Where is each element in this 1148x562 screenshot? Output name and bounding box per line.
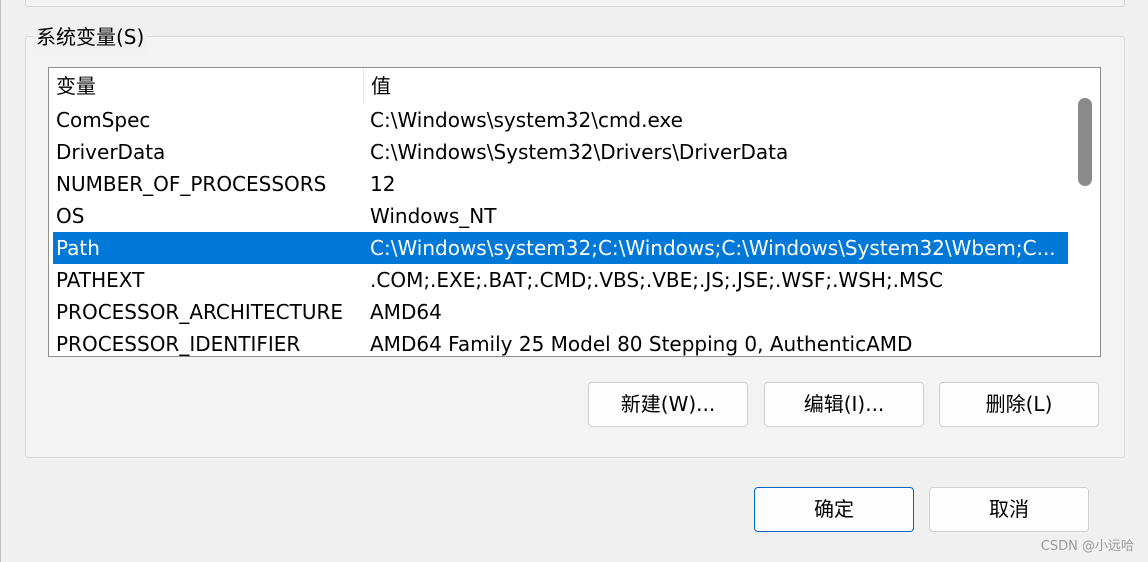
variable-value-cell: 12: [370, 172, 396, 196]
edit-button[interactable]: 编辑(I)...: [764, 382, 924, 427]
table-row[interactable]: OS Windows_NT: [49, 200, 1068, 232]
variable-name-cell: Path: [56, 236, 100, 260]
variable-name-cell: PROCESSOR_IDENTIFIER: [56, 332, 301, 356]
table-row[interactable]: DriverData C:\Windows\System32\Drivers\D…: [49, 136, 1068, 168]
variable-value-cell: Windows_NT: [370, 204, 497, 228]
scrollbar-thumb[interactable]: [1078, 98, 1092, 186]
variable-name-cell: DriverData: [56, 140, 166, 164]
variable-name-cell: PATHEXT: [56, 268, 145, 292]
table-row[interactable]: PROCESSOR_IDENTIFIER AMD64 Family 25 Mod…: [49, 328, 1068, 356]
variable-value-cell: AMD64 Family 25 Model 80 Stepping 0, Aut…: [370, 332, 913, 356]
variable-name-cell: ComSpec: [56, 108, 151, 132]
variable-value-cell: C:\Windows\system32\cmd.exe: [370, 108, 683, 132]
vertical-scrollbar[interactable]: [1070, 68, 1100, 356]
table-row-selected[interactable]: Path C:\Windows\system32;C:\Windows;C:\W…: [53, 232, 1068, 264]
list-header: 变量 值: [49, 68, 1068, 104]
delete-button[interactable]: 删除(L): [939, 382, 1099, 427]
ok-button[interactable]: 确定: [754, 487, 914, 532]
table-row[interactable]: NUMBER_OF_PROCESSORS 12: [49, 168, 1068, 200]
window-left-edge: [0, 0, 1, 562]
system-variables-title: 系统变量(S): [33, 24, 148, 50]
variable-value-cell: AMD64: [370, 300, 442, 324]
column-header-value[interactable]: 值: [363, 68, 1068, 104]
new-button[interactable]: 新建(W)...: [588, 382, 748, 427]
variable-name-cell: NUMBER_OF_PROCESSORS: [56, 172, 327, 196]
variable-value-cell: C:\Windows\System32\Drivers\DriverData: [370, 140, 789, 164]
variable-name-cell: PROCESSOR_ARCHITECTURE: [56, 300, 344, 324]
variable-value-cell: .COM;.EXE;.BAT;.CMD;.VBS;.VBE;.JS;.JSE;.…: [370, 268, 943, 292]
watermark: CSDN @小远哈: [1040, 539, 1134, 554]
system-variables-list[interactable]: 变量 值 ComSpec C:\Windows\system32\cmd.exe…: [48, 67, 1101, 357]
list-rows: ComSpec C:\Windows\system32\cmd.exe Driv…: [49, 104, 1068, 356]
table-row[interactable]: ComSpec C:\Windows\system32\cmd.exe: [49, 104, 1068, 136]
column-header-variable[interactable]: 变量: [49, 68, 363, 104]
user-variables-panel-edge: [25, 0, 1125, 7]
cancel-button[interactable]: 取消: [929, 487, 1089, 532]
variable-value-cell: C:\Windows\system32;C:\Windows;C:\Window…: [370, 236, 1056, 260]
table-row[interactable]: PROCESSOR_ARCHITECTURE AMD64: [49, 296, 1068, 328]
variable-name-cell: OS: [56, 204, 85, 228]
table-row[interactable]: PATHEXT .COM;.EXE;.BAT;.CMD;.VBS;.VBE;.J…: [49, 264, 1068, 296]
